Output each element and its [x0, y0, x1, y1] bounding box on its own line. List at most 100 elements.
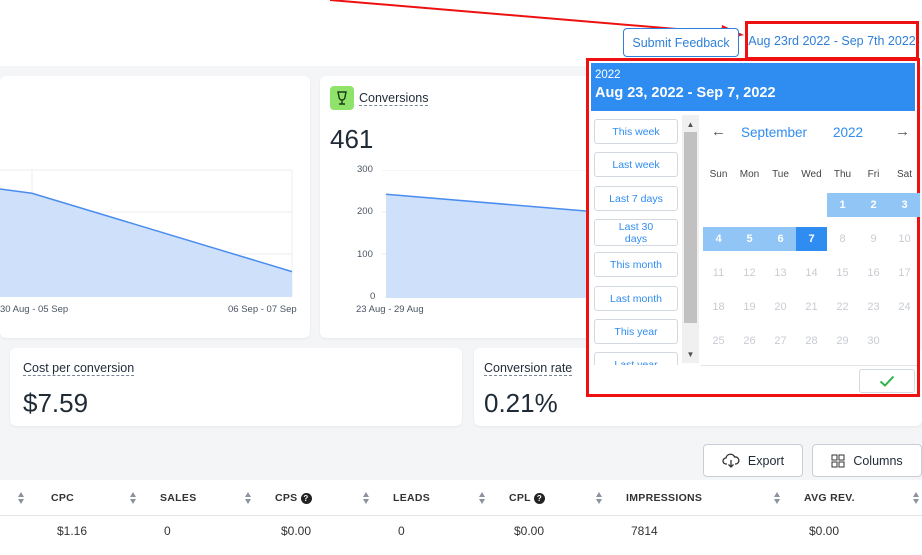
- calendar-day[interactable]: 25: [703, 329, 734, 353]
- table-cell: 0: [164, 524, 171, 538]
- sort-icon[interactable]: [129, 491, 137, 505]
- table-cell: $1.16: [57, 524, 88, 538]
- calendar-day[interactable]: 28: [796, 329, 827, 353]
- calendar-day[interactable]: 8: [827, 227, 858, 251]
- export-button[interactable]: Export: [703, 444, 803, 477]
- sort-icon[interactable]: [773, 491, 781, 505]
- calendar-day[interactable]: 24: [889, 295, 920, 319]
- calendar-day[interactable]: 14: [796, 261, 827, 285]
- preset-this-month[interactable]: This month: [594, 252, 678, 277]
- scroll-up-icon[interactable]: ▲: [682, 117, 699, 131]
- picker-header: 2022 Aug 23, 2022 - Sep 7, 2022: [591, 63, 915, 111]
- table-cell: 7814: [631, 524, 658, 538]
- col-header-sales[interactable]: SALES: [160, 480, 197, 516]
- calendar-day[interactable]: 26: [734, 329, 765, 353]
- table-cell: $0.00: [514, 524, 545, 538]
- calendar-day[interactable]: 11: [703, 261, 734, 285]
- y-tick-label: 300: [357, 164, 373, 175]
- calendar-day[interactable]: 20: [765, 295, 796, 319]
- preset-last-year[interactable]: Last year: [594, 352, 678, 365]
- chart-area-fill: [0, 189, 292, 297]
- calendar-month[interactable]: September: [741, 125, 807, 140]
- scroll-down-icon[interactable]: ▼: [682, 347, 699, 361]
- help-icon[interactable]: ?: [300, 492, 312, 504]
- weekday-label: Sun: [709, 169, 728, 180]
- calendar-day[interactable]: 5: [734, 227, 765, 251]
- weekday-label: Mon: [739, 169, 760, 180]
- calendar-day[interactable]: 27: [765, 329, 796, 353]
- sort-icon[interactable]: [244, 491, 252, 505]
- weekday-label: Wed: [801, 169, 822, 180]
- conversions-label: Conversions: [359, 91, 429, 106]
- calendar-day[interactable]: 16: [858, 261, 889, 285]
- preset-last-30-days[interactable]: Last 30 days: [594, 219, 678, 246]
- scroll-thumb[interactable]: [684, 132, 697, 323]
- help-icon[interactable]: ?: [533, 492, 545, 504]
- bulb-icon: [330, 86, 354, 110]
- x-tick-label: 30 Aug - 05 Sep: [0, 304, 69, 315]
- table-header: CPC SALES CPS? LEADS CPL? IMPRESSIONS AV…: [0, 480, 922, 516]
- preset-this-week[interactable]: This week: [594, 119, 678, 144]
- table-cell: $0.00: [809, 524, 840, 538]
- preset-last-month[interactable]: Last month: [594, 286, 678, 311]
- preset-scrollbar[interactable]: ▲ ▼: [682, 115, 699, 363]
- col-header-leads[interactable]: LEADS: [393, 480, 430, 516]
- prev-month-icon[interactable]: ←: [711, 123, 726, 140]
- calendar-day[interactable]: 2: [858, 193, 889, 217]
- calendar-day[interactable]: 4: [703, 227, 734, 251]
- calendar-day[interactable]: 12: [734, 261, 765, 285]
- calendar-day[interactable]: 10: [889, 227, 920, 251]
- preset-list: This week Last week Last 7 days Last 30 …: [591, 115, 681, 365]
- col-header-cpc[interactable]: CPC: [51, 480, 74, 516]
- columns-button[interactable]: Columns: [812, 444, 922, 477]
- calendar-day[interactable]: 6: [765, 227, 796, 251]
- calendar-day[interactable]: 7: [796, 227, 827, 251]
- calendar-day[interactable]: 9: [858, 227, 889, 251]
- calendar-day[interactable]: 23: [858, 295, 889, 319]
- sort-icon[interactable]: [362, 491, 370, 505]
- metric-card-chart: 30 Aug - 05 Sep 06 Sep - 07 Sep: [0, 76, 310, 338]
- sort-icon[interactable]: [478, 491, 486, 505]
- calendar-day[interactable]: 29: [827, 329, 858, 353]
- col-header-impressions[interactable]: IMPRESSIONS: [626, 480, 702, 516]
- table-cell: $0.00: [281, 524, 312, 538]
- columns-label: Columns: [853, 453, 903, 468]
- calendar-day[interactable]: 21: [796, 295, 827, 319]
- y-tick-label: 100: [357, 249, 373, 260]
- weekday-label: Tue: [772, 169, 789, 180]
- preset-last-week[interactable]: Last week: [594, 152, 678, 177]
- col-header-cps[interactable]: CPS?: [275, 480, 312, 516]
- col-header-avg-rev[interactable]: AVG REV.: [804, 480, 855, 516]
- weekday-label: Fri: [867, 169, 880, 180]
- calendar-day[interactable]: 30: [858, 329, 889, 353]
- calendar-day[interactable]: 3: [889, 193, 920, 217]
- calendar-day[interactable]: 22: [827, 295, 858, 319]
- sort-icon[interactable]: [595, 491, 603, 505]
- col-header-cpl-label: CPL: [509, 492, 531, 504]
- table-cell: 0: [398, 524, 405, 538]
- sort-icon[interactable]: [912, 491, 920, 505]
- preset-this-year[interactable]: This year: [594, 319, 678, 344]
- picker-year[interactable]: 2022: [595, 69, 621, 81]
- next-month-icon[interactable]: →: [895, 123, 910, 140]
- preset-last-7-days[interactable]: Last 7 days: [594, 186, 678, 211]
- calendar-day[interactable]: 13: [765, 261, 796, 285]
- y-tick-label: 200: [357, 206, 373, 217]
- calendar-day[interactable]: 19: [734, 295, 765, 319]
- area-chart: [0, 169, 293, 297]
- calendar-year[interactable]: 2022: [833, 125, 863, 140]
- sort-icon[interactable]: [17, 491, 25, 505]
- submit-feedback-button[interactable]: Submit Feedback: [623, 28, 739, 57]
- date-range-button[interactable]: Aug 23rd 2022 - Sep 7th 2022: [745, 21, 919, 60]
- calendar-day[interactable]: 18: [703, 295, 734, 319]
- export-label: Export: [747, 453, 785, 468]
- col-header-cpl[interactable]: CPL?: [509, 480, 545, 516]
- calendar-day[interactable]: 15: [827, 261, 858, 285]
- grid-icon: [831, 454, 845, 467]
- conversion-rate-label: Conversion rate: [484, 361, 573, 376]
- calendar-day[interactable]: 17: [889, 261, 920, 285]
- calendar-day[interactable]: 1: [827, 193, 858, 217]
- conversions-value: 461: [330, 124, 374, 154]
- confirm-button[interactable]: [859, 369, 915, 393]
- col-header-cps-label: CPS: [275, 492, 298, 504]
